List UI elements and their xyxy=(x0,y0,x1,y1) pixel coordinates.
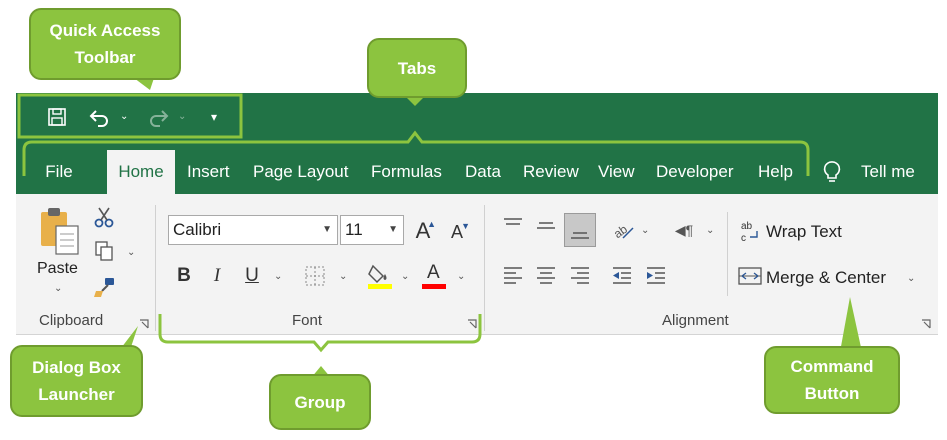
callout-quick-access-line1: Quick Access xyxy=(49,21,161,40)
command-pointer xyxy=(840,297,862,352)
callout-command-line1: Command xyxy=(790,357,874,376)
tabs-bracket xyxy=(22,130,810,176)
callout-quick-access-line2: Toolbar xyxy=(74,48,136,67)
group-bracket xyxy=(158,314,482,353)
callout-dialog-box-launcher: Dialog Box Launcher xyxy=(10,345,143,417)
qat-highlight-box xyxy=(17,93,243,139)
callout-command-button: Command Button xyxy=(764,346,900,414)
callout-quick-access: Quick Access Toolbar xyxy=(29,8,181,80)
callout-dialog-line2: Launcher xyxy=(38,385,115,404)
callout-tabs: Tabs xyxy=(367,38,467,98)
callout-command-line2: Button xyxy=(804,384,860,403)
callout-group: Group xyxy=(269,374,371,430)
callout-dialog-line1: Dialog Box xyxy=(32,358,121,377)
